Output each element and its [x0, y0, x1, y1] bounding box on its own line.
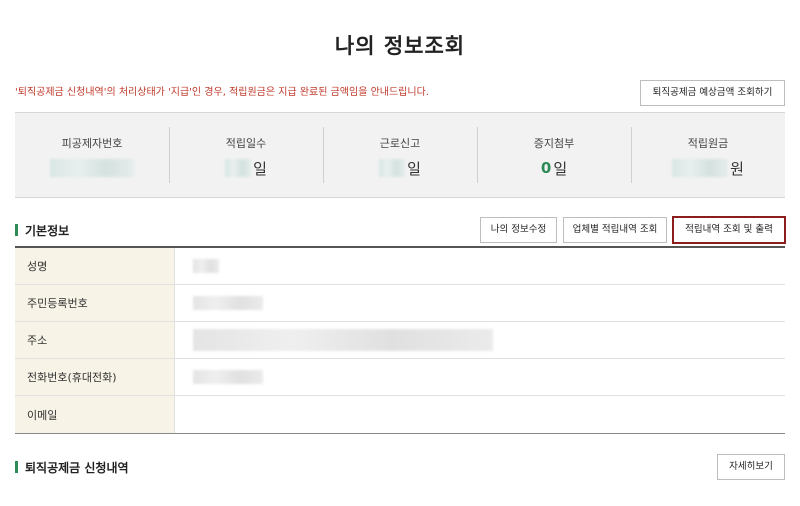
table-row: 주민등록번호: [15, 285, 785, 322]
stat-value: 원: [631, 157, 785, 179]
row-label-phone: 전화번호(휴대전화): [15, 359, 175, 395]
table-row: 이메일: [15, 396, 785, 433]
row-value-resident-number: [175, 285, 785, 321]
redacted-value: [193, 329, 493, 351]
summary-stats: 피공제자번호 적립일수 일 근로신고 일 증지첨부 0 일 적립원금 원: [15, 112, 785, 198]
row-value-email: [175, 396, 785, 433]
table-row: 전화번호(휴대전화): [15, 359, 785, 396]
stat-label: 피공제자번호: [61, 137, 123, 150]
redacted-value: [672, 159, 729, 177]
stat-label: 근로신고: [379, 137, 421, 150]
retirement-claim-title: 퇴직공제금 신청내역: [15, 459, 129, 476]
row-label-resident-number: 주민등록번호: [15, 285, 175, 321]
stat-label: 적립일수: [225, 137, 267, 150]
row-label-name: 성명: [15, 248, 175, 284]
stat-value: 0 일: [477, 157, 631, 179]
redacted-value: [193, 370, 263, 384]
view-detail-button[interactable]: 자세히보기: [717, 454, 785, 480]
stat-stamp-attach: 증지첨부 0 일: [477, 113, 631, 197]
page-title: 나의 정보조회: [334, 34, 466, 58]
stat-value: 일: [323, 157, 477, 179]
basic-info-table: 성명 주민등록번호 주소 전화번호(휴대전화) 이메일: [15, 246, 785, 434]
row-value-name: [175, 248, 785, 284]
row-label-email: 이메일: [15, 396, 175, 433]
row-value-phone: [175, 359, 785, 395]
stat-unit: 일: [553, 159, 568, 178]
redacted-value: [225, 159, 252, 177]
stat-unit: 일: [253, 159, 267, 178]
stat-label: 증지첨부: [533, 137, 575, 150]
stat-work-report: 근로신고 일: [323, 113, 477, 197]
redacted-value: [193, 259, 219, 273]
stat-member-number: 피공제자번호: [15, 113, 169, 197]
estimate-button[interactable]: 퇴직공제금 예상금액 조회하기: [640, 80, 785, 106]
stat-value: 일: [169, 157, 323, 179]
table-row: 성명: [15, 248, 785, 285]
stat-label: 적립원금: [687, 137, 729, 150]
stat-unit: 일: [407, 159, 421, 178]
row-value-address: [175, 322, 785, 358]
company-history-button[interactable]: 업체별 적립내역 조회: [563, 217, 667, 243]
stat-principal: 적립원금 원: [631, 113, 785, 197]
stat-value: [15, 157, 169, 179]
stat-number: 0: [540, 159, 552, 177]
notice-text: '퇴직공제금 신청내역'의 처리상태가 '지급'인 경우, 적립원금은 지급 완…: [15, 87, 429, 98]
stat-accumulated-days: 적립일수 일: [169, 113, 323, 197]
redacted-value: [193, 296, 263, 310]
redacted-value: [50, 159, 134, 177]
table-row: 주소: [15, 322, 785, 359]
basic-info-title: 기본정보: [15, 222, 69, 239]
history-print-button[interactable]: 적립내역 조회 및 출력: [672, 216, 786, 244]
row-label-address: 주소: [15, 322, 175, 358]
stat-unit: 원: [730, 159, 744, 178]
my-info-edit-button[interactable]: 나의 정보수정: [480, 217, 557, 243]
redacted-value: [379, 159, 406, 177]
